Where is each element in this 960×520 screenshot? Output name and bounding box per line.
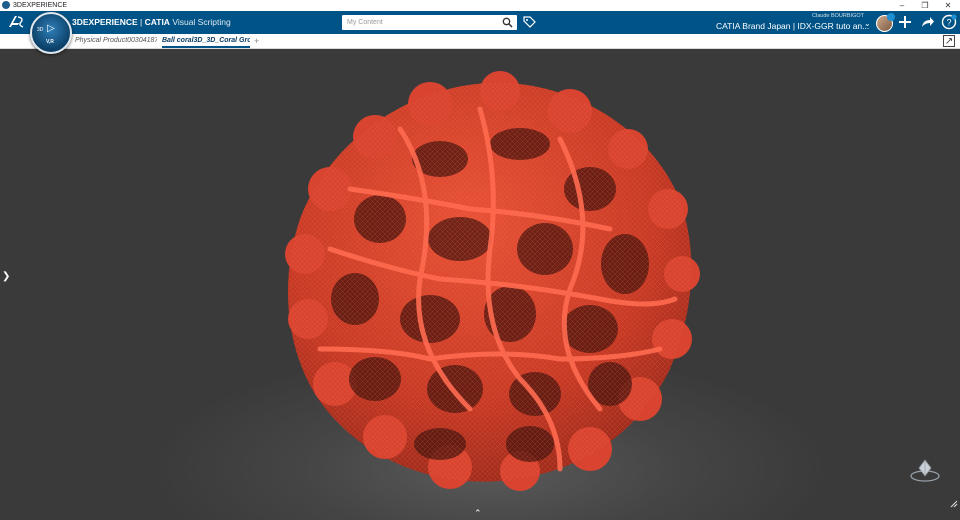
tag-icon[interactable] — [522, 15, 536, 29]
ds-logo-icon[interactable] — [6, 13, 26, 31]
plus-icon[interactable] — [897, 14, 913, 30]
compass-icon[interactable]: 3D ▷ V,R — [30, 12, 72, 54]
brand-catia: CATIA — [144, 17, 170, 27]
chevron-down-icon[interactable]: ⌄ — [864, 19, 871, 28]
coral-model[interactable] — [0, 49, 960, 520]
nav-cube-icon[interactable] — [908, 456, 942, 484]
resize-grip-icon[interactable] — [950, 500, 958, 508]
chevron-up-icon[interactable]: ⌃ — [474, 508, 482, 519]
avatar[interactable] — [876, 13, 895, 32]
help-icon[interactable]: ? — [941, 14, 957, 30]
expand-panel-chevron-icon[interactable]: ❯ — [2, 271, 10, 282]
play-icon[interactable]: ▷ — [47, 23, 55, 34]
brand-separator: | — [137, 17, 145, 27]
restore-button[interactable]: ❐ — [915, 0, 935, 11]
brand-3dexperience: 3DEXPERIENCE — [72, 17, 138, 27]
compass-vr-label: V,R — [46, 39, 54, 45]
svg-text:?: ? — [946, 18, 951, 28]
search-icon[interactable] — [502, 17, 513, 28]
brand-app-name: Visual Scripting — [169, 17, 231, 27]
minimize-button[interactable]: – — [892, 0, 912, 11]
window-title: 3DEXPERIENCE — [13, 2, 68, 9]
user-name: Claude BOURBIGOT — [812, 13, 864, 19]
compass-3d-label: 3D — [37, 27, 44, 33]
search-input[interactable]: My Content — [347, 15, 383, 30]
close-button[interactable]: ✕ — [938, 0, 958, 11]
tab-physical-product[interactable]: Physical Product00304187 — [75, 34, 157, 48]
tenant-selector[interactable]: CATIA Brand Japan | IDX-GGR tuto an... — [716, 21, 869, 31]
app-icon — [2, 1, 10, 9]
notification-badge — [887, 13, 895, 21]
expand-icon[interactable] — [943, 35, 955, 47]
search-box[interactable]: My Content — [342, 15, 517, 30]
3d-viewport[interactable] — [0, 49, 960, 520]
tab-ball-coral[interactable]: Ball coral3D_3D_Coral Gro — [162, 34, 250, 48]
app-brand: 3DEXPERIENCE | CATIA Visual Scripting — [72, 11, 231, 34]
tab-bar: Physical Product00304187 Ball coral3D_3D… — [0, 34, 960, 49]
add-tab-button[interactable]: + — [254, 34, 259, 48]
share-icon[interactable] — [919, 14, 935, 30]
